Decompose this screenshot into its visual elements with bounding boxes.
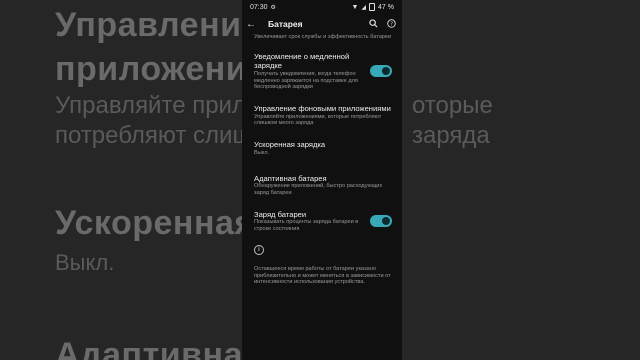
phone-screen: 07:30 ⚙ ▼ ◢ 47 % ← Батарея ? Увеличивает… <box>242 0 402 360</box>
svg-text:?: ? <box>390 21 393 27</box>
battery-icon <box>369 3 376 11</box>
footer-note: Оставшееся время работы от батареи указа… <box>254 265 391 286</box>
bg-text: потребляют слиш <box>55 122 252 149</box>
bg-text: Выкл. <box>55 250 115 275</box>
status-time: 07:30 <box>250 3 268 11</box>
back-arrow-icon[interactable]: ← <box>246 19 260 30</box>
setting-desc: Управляйте приложениями, которые потребл… <box>254 113 382 127</box>
info-icon-wrap: i <box>254 244 392 255</box>
setting-title: Управление фоновыми приложениями <box>254 104 391 114</box>
signal-icon: ◢ <box>361 4 367 11</box>
setting-title: Ускоренная зарядка <box>254 140 326 150</box>
settings-gear-status-icon: ⚙ <box>270 4 276 11</box>
status-bar: 07:30 ⚙ ▼ ◢ 47 % <box>242 0 402 14</box>
search-icon[interactable] <box>366 18 380 30</box>
bg-text: Управляйте прил <box>55 92 246 119</box>
setting-slow-charging[interactable]: Уведомление о медленной зарядке Получать… <box>254 52 392 91</box>
setting-desc: Обнаружение приложений, быстро расходующ… <box>254 183 383 196</box>
top-description: Увеличивает срок службы и эффективность … <box>254 34 392 40</box>
wifi-icon: ▼ <box>351 3 359 11</box>
setting-background-apps[interactable]: Управление фоновыми приложениями Управля… <box>254 104 392 127</box>
page-title: Батарея <box>268 19 303 29</box>
bg-text: Управление <box>55 6 261 44</box>
setting-title: Заряд батареи <box>254 209 307 219</box>
setting-fast-charging[interactable]: Ускоренная зарядка Выкл. <box>254 140 392 156</box>
battery-percentage-toggle[interactable] <box>370 215 392 228</box>
setting-title: Уведомление о медленной зарядке <box>254 51 350 71</box>
setting-title: Адаптивная батарея <box>254 173 327 183</box>
battery-percent: 47 % <box>378 3 394 11</box>
setting-desc: Получать уведомления, когда телефон медл… <box>254 70 358 91</box>
setting-adaptive-battery[interactable]: Адаптивная батарея Обнаружение приложени… <box>254 174 392 197</box>
setting-battery-percentage[interactable]: Заряд батареи Показывать проценты заряда… <box>254 210 392 233</box>
bg-text: оторые <box>412 92 493 119</box>
setting-desc: Выкл. <box>254 149 270 156</box>
info-icon: i <box>254 244 264 255</box>
app-bar: ← Батарея ? <box>242 14 402 34</box>
slow-charging-toggle[interactable] <box>370 65 392 78</box>
bg-text: Ускоренная <box>55 204 255 242</box>
setting-desc: Показывать проценты заряда батареи в стр… <box>254 219 359 232</box>
bg-text: Адаптивная <box>55 336 264 360</box>
bg-text: приложения <box>55 50 268 88</box>
bg-text: заряда <box>412 122 490 149</box>
help-icon[interactable]: ? <box>384 18 398 30</box>
